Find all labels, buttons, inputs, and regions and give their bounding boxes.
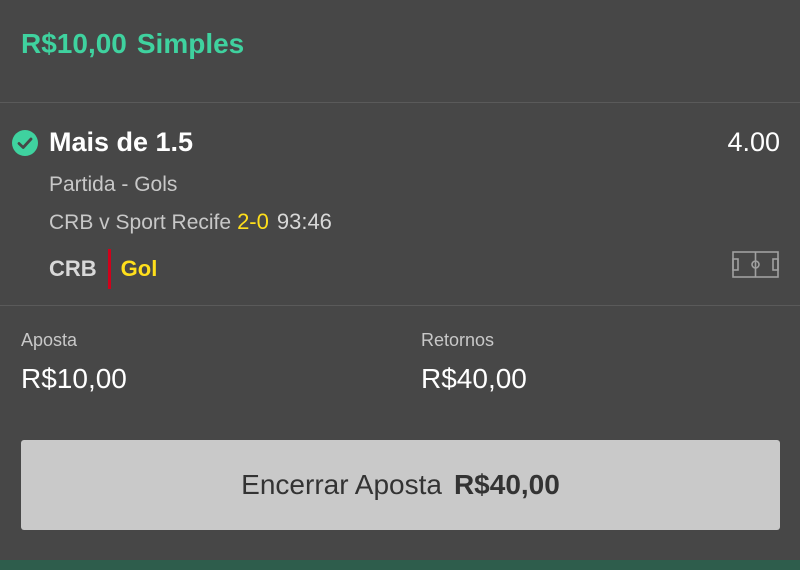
football-pitch-icon[interactable] [732,251,779,278]
incident-team: CRB [49,256,97,281]
live-score: 2-0 [237,209,269,234]
stake-value: R$10,00 [21,363,127,394]
bottom-divider [0,560,800,570]
cashout-amount: R$40,00 [453,469,560,500]
returns-value: R$40,00 [421,363,527,394]
selection-odds: 4.00 [727,127,780,157]
match-clock: 93:46 [276,209,332,234]
selection-card: Mais de 1.5 4.00 Partida - Gols CRB v Sp… [0,103,800,306]
incident-type: Gol [120,256,158,281]
event-name[interactable]: CRB v Sport Recife [49,211,231,234]
market-name: Partida - Gols [49,173,178,196]
last-incident: CRB Gol [49,249,157,289]
bet-type: Simples [136,28,245,59]
event-line: CRB v Sport Recife 2-0 93:46 [49,209,332,235]
incident-divider [107,249,111,289]
returns-block: Retornos R$40,00 [421,330,527,395]
bet-title: R$10,00 Simples [21,28,244,60]
cashout-button[interactable]: Encerrar Aposta R$40,00 [21,440,780,530]
selection-name: Mais de 1.5 [49,127,194,157]
header-stake: R$10,00 [21,28,127,59]
returns-label: Retornos [421,330,495,350]
check-circle-icon [12,130,38,156]
cashout-label: Encerrar Aposta [241,469,442,500]
bet-header: R$10,00 Simples [0,0,800,103]
stake-block: Aposta R$10,00 [21,330,127,395]
stake-label: Aposta [21,330,78,350]
